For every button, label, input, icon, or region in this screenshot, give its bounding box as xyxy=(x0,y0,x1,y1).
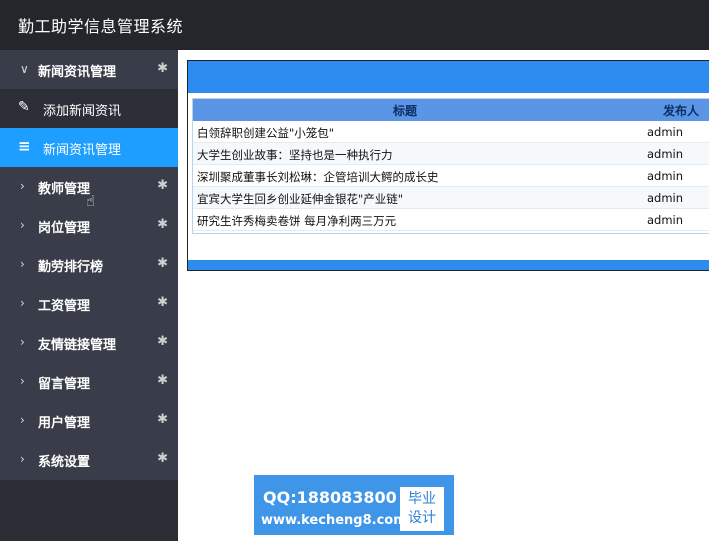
sidebar-group-users[interactable]: › 用户管理 ✱ xyxy=(0,401,178,440)
sidebar-group-label: 勤劳排行榜 xyxy=(38,260,104,275)
sidebar-group-label: 工资管理 xyxy=(38,299,91,314)
table-row[interactable]: 研究生许秀梅卖卷饼 每月净利两三万元 admin xyxy=(193,209,709,231)
watermark-url: www.kecheng8.com xyxy=(261,513,407,528)
chevron-right-icon: › xyxy=(20,296,25,310)
news-title-cell[interactable]: 研究生许秀梅卖卷饼 每月净利两三万元 xyxy=(197,213,396,229)
publisher-cell: admin xyxy=(647,125,684,139)
chevron-right-icon: › xyxy=(20,218,25,232)
watermark-badge: 毕业 设计 xyxy=(400,487,444,531)
panel-footer xyxy=(188,260,709,270)
chevron-right-icon: › xyxy=(20,179,25,193)
sidebar-group-label: 用户管理 xyxy=(38,416,91,431)
table-header: 标题 发布人 xyxy=(193,99,709,121)
chevron-right-icon: › xyxy=(20,257,25,271)
sidebar-group-label: 新闻资讯管理 xyxy=(38,65,117,80)
news-table: 标题 发布人 白领辞职创建公益"小笼包" admin 大学生创业故事：坚持也是一… xyxy=(192,98,709,234)
gear-icon[interactable]: ✱ xyxy=(157,334,168,349)
gear-icon[interactable]: ✱ xyxy=(157,412,168,427)
sidebar-group-news[interactable]: ∨ 新闻资讯管理 ✱ xyxy=(0,50,178,89)
chevron-right-icon: › xyxy=(20,374,25,388)
chevron-down-icon: ∨ xyxy=(20,62,29,76)
sidebar-group-settings[interactable]: › 系统设置 ✱ xyxy=(0,440,178,479)
news-title-cell[interactable]: 宜宾大学生回乡创业延伸金银花"产业链" xyxy=(197,191,403,207)
news-panel: 标题 发布人 白领辞职创建公益"小笼包" admin 大学生创业故事：坚持也是一… xyxy=(187,60,709,271)
publisher-cell: admin xyxy=(647,169,684,183)
sidebar-group-links[interactable]: › 友情链接管理 ✱ xyxy=(0,323,178,362)
sidebar: ∨ 新闻资讯管理 ✱ ✎ 添加新闻资讯 ≡ 新闻资讯管理 › 教师管理 ✱ › … xyxy=(0,50,178,541)
publisher-cell: admin xyxy=(647,191,684,205)
publisher-cell: admin xyxy=(647,147,684,161)
watermark-banner: QQ:188083800 www.kecheng8.com 毕业 设计 xyxy=(254,475,454,535)
publisher-cell: admin xyxy=(647,213,684,227)
table-row[interactable]: 大学生创业故事：坚持也是一种执行力 admin xyxy=(193,143,709,165)
sidebar-item-news-manage[interactable]: ≡ 新闻资讯管理 xyxy=(0,128,178,167)
column-header-title[interactable]: 标题 xyxy=(393,102,417,119)
gear-icon[interactable]: ✱ xyxy=(157,61,168,76)
app-title: 勤工助学信息管理系统 xyxy=(18,17,184,36)
sidebar-submenu: ✎ 添加新闻资讯 ≡ 新闻资讯管理 xyxy=(0,89,178,167)
sidebar-item-label: 新闻资讯管理 xyxy=(43,143,122,158)
column-header-publisher[interactable]: 发布人 xyxy=(663,102,699,119)
sidebar-group-label: 友情链接管理 xyxy=(38,338,117,353)
table-row[interactable]: 深圳聚成董事长刘松琳：企管培训大鳄的成长史 admin xyxy=(193,165,709,187)
gear-icon[interactable]: ✱ xyxy=(157,295,168,310)
sidebar-group-ranking[interactable]: › 勤劳排行榜 ✱ xyxy=(0,245,178,284)
sidebar-group-position[interactable]: › 岗位管理 ✱ xyxy=(0,206,178,245)
list-icon: ≡ xyxy=(18,137,31,155)
gear-icon[interactable]: ✱ xyxy=(157,373,168,388)
sidebar-footer xyxy=(0,480,178,541)
pencil-icon: ✎ xyxy=(18,99,30,115)
sidebar-item-add-news[interactable]: ✎ 添加新闻资讯 xyxy=(0,89,178,128)
sidebar-group-salary[interactable]: › 工资管理 ✱ xyxy=(0,284,178,323)
main-content: 标题 发布人 白领辞职创建公益"小笼包" admin 大学生创业故事：坚持也是一… xyxy=(178,50,709,541)
watermark-badge-line2: 设计 xyxy=(408,510,436,526)
gear-icon[interactable]: ✱ xyxy=(157,217,168,232)
table-row[interactable]: 宜宾大学生回乡创业延伸金银花"产业链" admin xyxy=(193,187,709,209)
gear-icon[interactable]: ✱ xyxy=(157,178,168,193)
chevron-right-icon: › xyxy=(20,413,25,427)
sidebar-item-label: 添加新闻资讯 xyxy=(43,104,122,119)
table-row[interactable]: 白领辞职创建公益"小笼包" admin xyxy=(193,121,709,143)
news-title-cell[interactable]: 深圳聚成董事长刘松琳：企管培训大鳄的成长史 xyxy=(197,169,439,185)
chevron-right-icon: › xyxy=(20,452,25,466)
sidebar-group-label: 教师管理 xyxy=(38,182,91,197)
sidebar-group-label: 岗位管理 xyxy=(38,221,91,236)
gear-icon[interactable]: ✱ xyxy=(157,451,168,466)
sidebar-group-label: 系统设置 xyxy=(38,455,91,470)
news-title-cell[interactable]: 白领辞职创建公益"小笼包" xyxy=(197,125,334,141)
panel-header xyxy=(188,61,709,93)
hand-cursor-icon: ☝ xyxy=(86,192,96,210)
sidebar-group-label: 留言管理 xyxy=(38,377,91,392)
news-title-cell[interactable]: 大学生创业故事：坚持也是一种执行力 xyxy=(197,147,393,163)
watermark-badge-line1: 毕业 xyxy=(408,491,436,507)
sidebar-group-messages[interactable]: › 留言管理 ✱ xyxy=(0,362,178,401)
chevron-right-icon: › xyxy=(20,335,25,349)
watermark-qq: QQ:188083800 xyxy=(263,488,397,507)
gear-icon[interactable]: ✱ xyxy=(157,256,168,271)
top-bar: 勤工助学信息管理系统 xyxy=(0,0,709,50)
